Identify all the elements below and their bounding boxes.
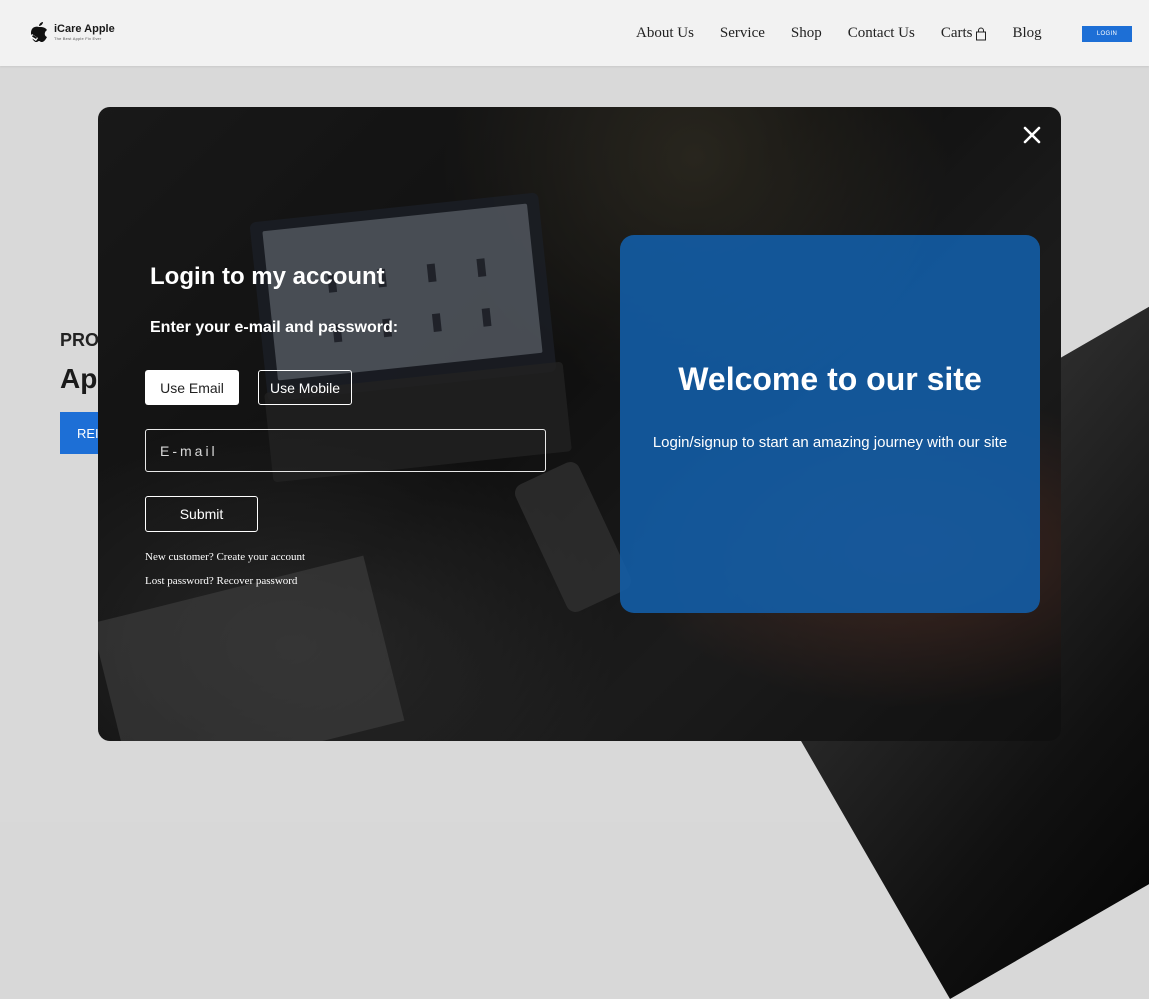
bag-icon [975,26,986,40]
close-button[interactable] [1020,123,1044,147]
login-subtitle: Enter your e-mail and password: [150,319,399,336]
brand-tagline: The Best Apple Fix Ever [54,35,102,41]
brand-logo[interactable]: iCare Apple The Best Apple Fix Ever [28,20,115,44]
nav-carts-label: Carts [940,25,973,41]
nav-links: About Us Service Shop Contact Us Carts B… [636,25,1042,42]
login-title: Login to my account [150,263,385,290]
email-field[interactable] [145,429,546,472]
nav-service[interactable]: Service [720,25,765,42]
tab-use-mobile[interactable]: Use Mobile [258,370,352,405]
close-icon [1023,126,1041,144]
recover-password-link[interactable]: Lost password? Recover password [145,575,297,587]
navbar: iCare Apple The Best Apple Fix Ever Abou… [0,0,1149,66]
login-modal: Login to my account Enter your e-mail an… [98,107,1061,741]
tab-use-email[interactable]: Use Email [145,370,239,405]
create-account-link[interactable]: New customer? Create your account [145,551,305,563]
nav-about-us[interactable]: About Us [636,25,694,42]
nav-carts[interactable]: Carts [941,25,987,42]
submit-button[interactable]: Submit [145,496,258,532]
nav-blog[interactable]: Blog [1013,25,1042,42]
welcome-description: Login/signup to start an amazing journey… [652,434,1008,451]
login-button[interactable]: LOGIN [1082,26,1132,42]
apple-logo-icon [30,22,47,42]
nav-contact-us[interactable]: Contact Us [848,25,915,42]
brand-name: iCare Apple [54,22,115,35]
hero-title: Ap [60,363,98,394]
nav-shop[interactable]: Shop [791,25,822,42]
welcome-panel: Welcome to our site Login/signup to star… [620,235,1040,613]
welcome-title: Welcome to our site [678,361,982,397]
hero-eyebrow: PRO [60,330,100,350]
